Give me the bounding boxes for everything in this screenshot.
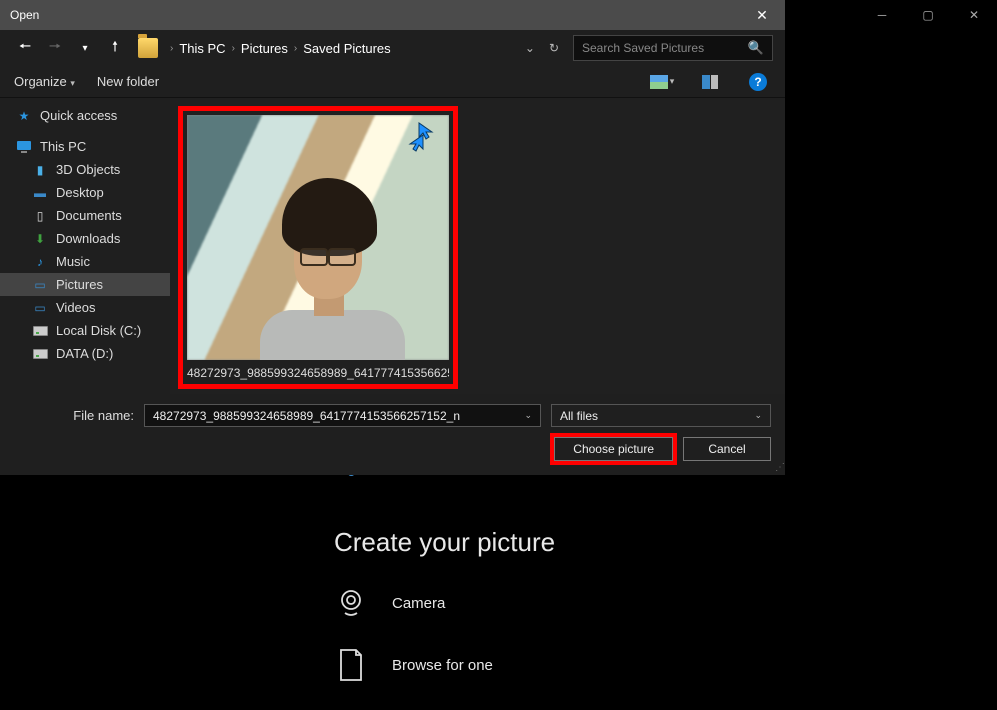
cancel-button[interactable]: Cancel: [683, 437, 771, 461]
parent-maximize-button[interactable]: ▢: [905, 0, 951, 30]
sidebar-item-downloads[interactable]: ⬇ Downloads: [0, 227, 170, 250]
refresh-button[interactable]: ↻: [549, 41, 559, 55]
create-picture-title: Create your picture: [334, 527, 970, 558]
parent-close-button[interactable]: ✕: [951, 0, 997, 30]
camera-icon: [334, 586, 368, 620]
sidebar-item-3d-objects[interactable]: ▮ 3D Objects: [0, 158, 170, 181]
sidebar-label: Pictures: [56, 277, 103, 292]
chevron-down-icon: ⌄: [754, 410, 762, 421]
chevron-right-icon: ›: [232, 43, 235, 54]
organize-menu[interactable]: Organize ▾: [14, 74, 75, 89]
sidebar-item-desktop[interactable]: ▬ Desktop: [0, 181, 170, 204]
sidebar-item-documents[interactable]: ▯ Documents: [0, 204, 170, 227]
help-button[interactable]: ?: [745, 72, 771, 92]
cube-icon: ▮: [32, 162, 48, 178]
star-icon: ★: [16, 108, 32, 124]
desktop-icon: ▬: [32, 185, 48, 201]
download-icon: ⬇: [32, 231, 48, 247]
sidebar-item-music[interactable]: ♪ Music: [0, 250, 170, 273]
browse-icon: [334, 648, 368, 682]
nav-recent-dropdown[interactable]: ▾: [72, 35, 98, 61]
sidebar-item-data-d[interactable]: DATA (D:): [0, 342, 170, 365]
nav-forward-button[interactable]: 🠖: [42, 35, 68, 61]
dialog-toolbar: Organize ▾ New folder ▾ ?: [0, 66, 785, 98]
sidebar-label: Desktop: [56, 185, 104, 200]
file-type-filter[interactable]: All files ⌄: [551, 404, 771, 427]
sidebar-label: Videos: [56, 300, 96, 315]
file-thumbnail-selected[interactable]: 48272973_988599324658989_641777415356625…: [178, 106, 458, 389]
sidebar-label: Music: [56, 254, 90, 269]
search-icon: 🔍: [748, 40, 764, 56]
camera-action[interactable]: Camera: [334, 586, 970, 620]
preview-pane-button[interactable]: [697, 72, 723, 92]
documents-icon: ▯: [32, 208, 48, 224]
nav-row: 🠔 🠖 ▾ 🠕 › This PC › Pictures › Saved Pic…: [0, 30, 785, 66]
nav-up-button[interactable]: 🠕: [102, 35, 128, 61]
breadcrumb-item[interactable]: Pictures: [241, 41, 288, 56]
location-folder-icon: [138, 38, 158, 58]
breadcrumb-item[interactable]: Saved Pictures: [303, 41, 390, 56]
chevron-down-icon[interactable]: ⌄: [524, 410, 532, 421]
choose-picture-button[interactable]: Choose picture: [554, 437, 673, 461]
sidebar-quick-access[interactable]: ★ Quick access: [0, 104, 170, 127]
filename-value: 48272973_988599324658989_641777415356625…: [153, 409, 460, 423]
sidebar-item-pictures[interactable]: ▭ Pictures: [0, 273, 170, 296]
parent-titlebar: ─ ▢ ✕: [859, 0, 997, 30]
sidebar-item-local-disk-c[interactable]: Local Disk (C:): [0, 319, 170, 342]
drive-icon: [32, 346, 48, 362]
sidebar-item-videos[interactable]: ▭ Videos: [0, 296, 170, 319]
camera-label: Camera: [392, 595, 445, 612]
sidebar-label: DATA (D:): [56, 346, 113, 361]
browse-label: Browse for one: [392, 657, 493, 674]
breadcrumb-dropdown-button[interactable]: ⌄: [525, 41, 535, 55]
sidebar-this-pc[interactable]: This PC: [0, 135, 170, 158]
monitor-icon: [16, 139, 32, 155]
file-list-pane[interactable]: 48272973_988599324658989_641777415356625…: [170, 98, 785, 394]
sidebar-label: Downloads: [56, 231, 120, 246]
view-options-button[interactable]: ▾: [649, 72, 675, 92]
filename-input[interactable]: 48272973_988599324658989_641777415356625…: [144, 404, 541, 427]
dialog-title: Open: [0, 8, 39, 22]
sidebar-label: 3D Objects: [56, 162, 120, 177]
thumbnail-caption: 48272973_988599324658989_641777415356625…: [187, 360, 449, 380]
pictures-icon: ▭: [32, 277, 48, 293]
resize-grip[interactable]: ⋰: [775, 462, 783, 473]
sidebar-label: This PC: [40, 139, 86, 154]
search-input[interactable]: Search Saved Pictures 🔍: [573, 35, 773, 61]
settings-content: Sign in with a Microsoft account instead…: [310, 460, 970, 710]
chevron-right-icon: ›: [294, 43, 297, 54]
sidebar-label: Documents: [56, 208, 122, 223]
drive-icon: [32, 323, 48, 339]
breadcrumb[interactable]: › This PC › Pictures › Saved Pictures ⌄ …: [162, 41, 569, 56]
file-open-dialog: Open ✕ 🠔 🠖 ▾ 🠕 › This PC › Pictures › Sa…: [0, 0, 785, 475]
breadcrumb-item[interactable]: This PC: [179, 41, 225, 56]
sidebar-label: Quick access: [40, 108, 117, 123]
dialog-titlebar[interactable]: Open ✕: [0, 0, 785, 30]
thumbnail-image: [187, 115, 449, 360]
browse-action[interactable]: Browse for one: [334, 648, 970, 682]
cursor-icon: [405, 121, 443, 155]
music-icon: ♪: [32, 254, 48, 270]
videos-icon: ▭: [32, 300, 48, 316]
dialog-close-button[interactable]: ✕: [739, 0, 785, 30]
nav-sidebar: ★ Quick access This PC ▮ 3D Objects ▬ De…: [0, 98, 170, 394]
dialog-bottom-bar: File name: 48272973_988599324658989_6417…: [0, 394, 785, 475]
chevron-right-icon: ›: [170, 43, 173, 54]
sidebar-label: Local Disk (C:): [56, 323, 141, 338]
filename-label: File name:: [14, 408, 134, 423]
filter-label: All files: [560, 409, 598, 423]
search-placeholder: Search Saved Pictures: [582, 41, 704, 55]
nav-back-button[interactable]: 🠔: [12, 35, 38, 61]
parent-minimize-button[interactable]: ─: [859, 0, 905, 30]
new-folder-button[interactable]: New folder: [97, 74, 159, 89]
